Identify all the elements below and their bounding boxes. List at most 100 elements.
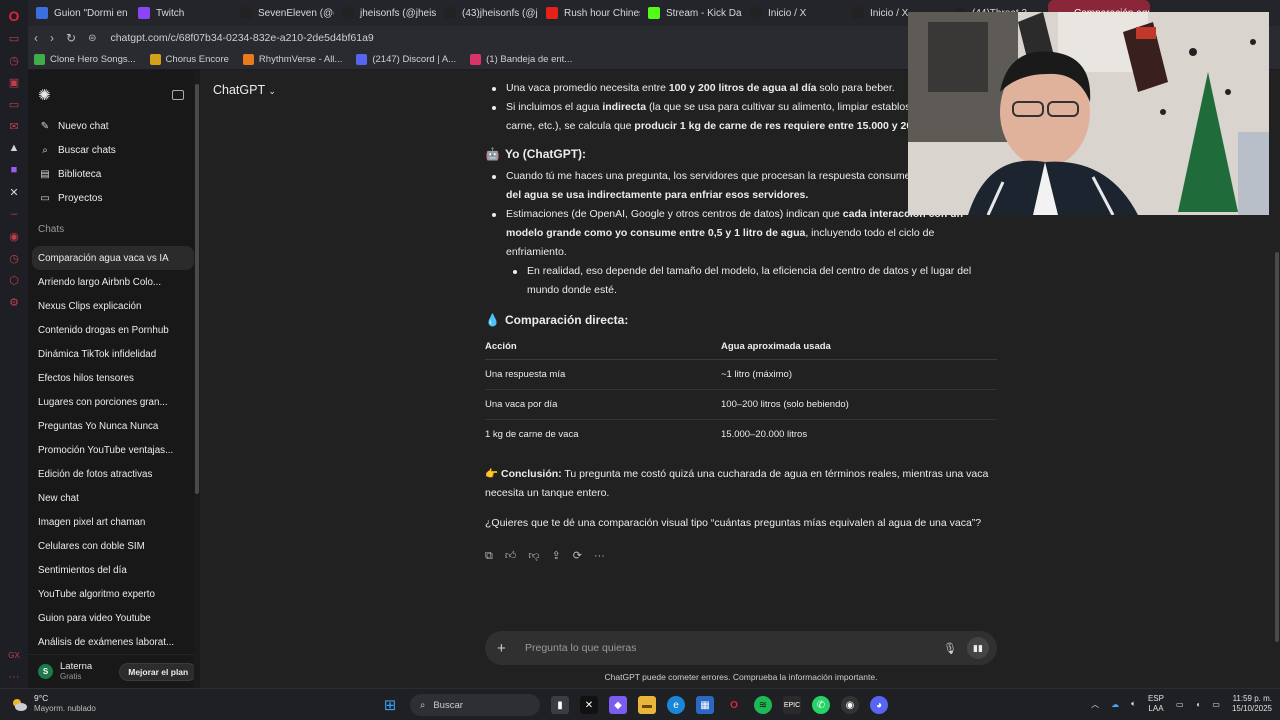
chat-history-item[interactable]: Sentimientos del día (28, 558, 200, 582)
tv-icon[interactable]: ▭ (0, 93, 28, 115)
reload-icon[interactable]: ↻ (66, 31, 76, 45)
language-indicator[interactable]: ESP LAA (1148, 694, 1164, 714)
chat-history-item[interactable]: Promoción YouTube ventajas... (28, 438, 200, 462)
user-panel[interactable]: S Laterna Gratis Mejorar el plan (28, 654, 200, 688)
chatgpt-logo-icon[interactable]: ✺ (38, 86, 51, 104)
chevron-up-icon[interactable]: ︿ (1091, 699, 1099, 710)
epic-games-icon[interactable]: EPIC (783, 696, 801, 714)
battery-icon[interactable]: ▭ (1212, 700, 1220, 709)
chat-history-item[interactable]: Arriendo largo Airbnb Colo... (28, 270, 200, 294)
chat-history-item[interactable]: Comparación agua vaca vs IA (32, 246, 194, 270)
settings-icon[interactable]: ⚙ (0, 291, 28, 313)
messenger-icon[interactable]: ▭ (0, 27, 28, 49)
discord-icon[interactable]: ◕ (870, 696, 888, 714)
clock[interactable]: 11:59 p. m. 15/10/2025 (1232, 694, 1272, 714)
table-cell: ~1 litro (máximo) (721, 359, 997, 390)
bookmark-item[interactable]: RhythmVerse - All... (242, 54, 342, 65)
regenerate-icon[interactable]: ⟳ (573, 547, 582, 566)
speaker-icon[interactable]: ◖ (1196, 700, 1201, 709)
more-icon[interactable]: ··· (0, 666, 28, 688)
browser-tab[interactable]: Guion "Dormi en la (28, 0, 130, 26)
bookmark-item[interactable]: Chorus Encore (149, 54, 229, 65)
site-settings-icon[interactable]: ⊜ (88, 33, 96, 44)
upgrade-button[interactable]: Mejorar el plan (119, 662, 198, 681)
browser-tab[interactable]: Rush hour Chinese (538, 0, 640, 26)
more-options-icon[interactable]: ··· (594, 547, 605, 566)
chat-history-item[interactable]: New chat (28, 486, 200, 510)
mail-icon[interactable]: ✉ (0, 115, 28, 137)
history-icon[interactable]: ◷ (0, 49, 28, 71)
chat-history-item[interactable]: Análisis de exámenes laborat... (28, 630, 200, 654)
forward-icon[interactable]: › (50, 31, 54, 45)
sidebar-menu-item[interactable]: ▤ Biblioteca (28, 162, 200, 186)
file-explorer-icon[interactable]: ▬ (638, 696, 656, 714)
bullet-text: 100 y 200 litros de agua al día (668, 82, 817, 94)
aria-icon[interactable]: ▲ (0, 137, 28, 159)
chat-history-item[interactable]: Nexus Clips explicación (28, 294, 200, 318)
chat-history-item[interactable]: Imagen pixel art chaman (28, 510, 200, 534)
chat-history-item[interactable]: Edición de fotos atractivas (28, 462, 200, 486)
store-icon[interactable]: ▦ (696, 696, 714, 714)
twitch-side-icon[interactable]: ■ (0, 159, 28, 181)
whatsapp-icon[interactable]: ✆ (812, 696, 830, 714)
chat-history-item[interactable]: Celulares con doble SIM (28, 534, 200, 558)
thumbs-down-icon[interactable]: 👎︎ (528, 547, 539, 566)
chat-history-item[interactable]: YouTube algoritmo experto (28, 582, 200, 606)
spotify-icon[interactable]: ≋ (754, 696, 772, 714)
browser-tab[interactable]: (43)jheisonfs (@jh (436, 0, 538, 26)
opera-icon[interactable]: O (725, 696, 743, 714)
taskbar-search[interactable]: ⌕ Buscar (410, 694, 540, 716)
prompt-input[interactable]: Pregunta lo que quieras (525, 642, 943, 654)
chat-history-item[interactable]: Lugares con porciones gran... (28, 390, 200, 414)
vpn-icon[interactable]: ◉ (0, 225, 28, 247)
copy-icon[interactable]: ⧉ (485, 547, 493, 566)
bookmark-label: Clone Hero Songs... (50, 54, 136, 65)
share-icon[interactable]: ⇪ (552, 547, 561, 566)
avatar[interactable]: S (38, 664, 53, 679)
capcut-icon[interactable]: ✕ (580, 696, 598, 714)
network-icon[interactable]: ▭ (1176, 700, 1184, 709)
obs-icon[interactable]: ◉ (841, 696, 859, 714)
windows-start-icon[interactable]: ⊞ (381, 696, 399, 714)
back-icon[interactable]: ‹ (34, 31, 38, 45)
table-row: 1 kg de carne de vaca 15.000–20.000 litro… (485, 419, 997, 449)
browser-tab[interactable]: Twitch (130, 0, 232, 26)
main-scrollbar[interactable] (1274, 70, 1280, 688)
gx-icon[interactable]: GX (0, 644, 28, 666)
onedrive-icon[interactable]: ☁ (1111, 700, 1119, 709)
chat-history-item[interactable]: Contenido drogas en Pornhub (28, 318, 200, 342)
weather-widget[interactable]: 9°C Mayorm. nublado (10, 693, 96, 714)
chat-history-item[interactable]: Efectos hilos tensores (28, 366, 200, 390)
sidebar-toggle-icon[interactable] (172, 90, 184, 100)
voice-mode-icon[interactable]: ▮▮ (967, 637, 989, 659)
microphone-icon[interactable]: 🎙︎ (943, 642, 957, 655)
extensions-icon[interactable]: ⬡ (0, 269, 28, 291)
x-side-icon[interactable]: ✕ (0, 181, 28, 203)
browser-tab[interactable]: Stream - Kick Das (640, 0, 742, 26)
chat-history-item[interactable]: Guion para video Youtube (28, 606, 200, 630)
sidebar-menu-item[interactable]: ⌕ Buscar chats (28, 138, 200, 162)
bookmark-item[interactable]: Clone Hero Songs... (34, 54, 136, 65)
model-selector[interactable]: ChatGPT ⌄ (213, 83, 276, 97)
opera-logo-icon[interactable]: O (0, 5, 28, 27)
plus-icon[interactable]: + (497, 640, 513, 657)
bookmark-item[interactable]: (2147) Discord | A... (356, 54, 456, 65)
bag-icon[interactable]: ▣ (0, 71, 28, 93)
sidebar-menu-item[interactable]: ✎ Nuevo chat (28, 114, 200, 138)
url-field[interactable]: chatgpt.com/c/68f07b34-0234-832e-a210-2d… (110, 32, 373, 44)
bookmark-favicon-icon (470, 54, 482, 65)
chat-history-item[interactable]: Dinámica TikTok infidelidad (28, 342, 200, 366)
edge-icon[interactable]: e (667, 696, 685, 714)
bookmark-item[interactable]: (1) Bandeja de ent... (470, 54, 572, 65)
thumbs-up-icon[interactable]: 👍︎ (505, 547, 517, 566)
browser-tab[interactable]: SevenEleven (@e (232, 0, 334, 26)
task-view-icon[interactable]: ▮ (551, 696, 569, 714)
composer[interactable]: + Pregunta lo que quieras 🎙︎ ▮▮ (485, 631, 997, 665)
chat-history-item[interactable]: Preguntas Yo Nunca Nunca (28, 414, 200, 438)
browser-tab[interactable]: jheisonfs (@jheiso (334, 0, 436, 26)
clock-icon[interactable]: ◷ (0, 247, 28, 269)
volume-icon[interactable]: 🔈︎ (1131, 699, 1136, 709)
sidebar-menu-item[interactable]: ▭ Proyectos (28, 186, 200, 210)
copilot-icon[interactable]: ◆ (609, 696, 627, 714)
browser-tab[interactable]: Inicio / X (742, 0, 844, 26)
